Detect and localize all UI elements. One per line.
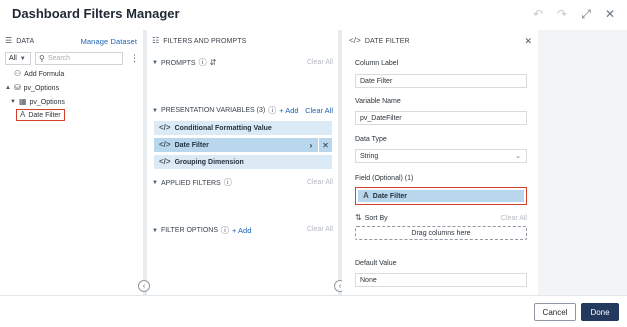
pv-item-grouping-dimension[interactable]: </> Grouping Dimension bbox=[154, 155, 332, 169]
filter-list-icon: ☷ bbox=[152, 36, 160, 45]
applied-filters-clear-all[interactable]: Clear All bbox=[307, 179, 333, 186]
tree-item-table[interactable]: ▼ ▦ pv_Options bbox=[10, 98, 65, 106]
data-search-input[interactable]: ⚲ Search bbox=[35, 52, 123, 65]
info-icon: ⓘ bbox=[198, 58, 207, 67]
info-icon: ⓘ bbox=[221, 225, 229, 235]
expand-caret-icon: ▼ bbox=[152, 227, 158, 234]
data-panel-header: ☰ DATA bbox=[5, 36, 35, 45]
window-controls: ↶ ↷ ⤢ ✕ bbox=[531, 7, 617, 22]
code-icon: </> bbox=[159, 140, 171, 149]
title-bar: Dashboard Filters Manager ↶ ↷ ⤢ ✕ bbox=[0, 0, 627, 28]
dialog-title: Dashboard Filters Manager bbox=[12, 6, 180, 21]
sort-by-label: ⇅ Sort By bbox=[355, 213, 388, 222]
filter-options-clear-all[interactable]: Clear All bbox=[307, 226, 333, 233]
default-value-input[interactable]: None bbox=[355, 273, 527, 287]
prompts-clear-all[interactable]: Clear All bbox=[307, 59, 333, 66]
presentation-variables-clear-all[interactable]: Clear All bbox=[305, 106, 333, 115]
close-icon[interactable]: ✕ bbox=[603, 7, 617, 21]
undo-icon[interactable]: ↶ bbox=[531, 7, 545, 21]
text-attribute-icon: A bbox=[20, 110, 26, 119]
sort-by-drop-zone[interactable]: Drag columns here bbox=[355, 226, 527, 240]
expand-caret-icon: ▲ bbox=[5, 85, 11, 91]
expand-caret-icon: ▼ bbox=[152, 180, 158, 186]
empty-panel bbox=[538, 30, 627, 295]
column-label-label: Column Label bbox=[355, 60, 399, 67]
more-options-icon[interactable]: ⋮ bbox=[130, 53, 139, 64]
caret-down-icon: ▼ bbox=[19, 55, 26, 62]
tree-item-date-filter[interactable]: A Date Filter bbox=[16, 109, 65, 121]
dialog-footer: Cancel Done bbox=[0, 295, 627, 327]
chevron-right-icon[interactable]: › bbox=[304, 138, 318, 152]
code-icon: </> bbox=[159, 157, 171, 166]
column-label-input[interactable]: Date Filter bbox=[355, 74, 527, 88]
manage-dataset-link[interactable]: Manage Dataset bbox=[81, 37, 137, 46]
chevron-down-icon: ⌄ bbox=[515, 153, 521, 160]
sync-icon[interactable]: ⇵ bbox=[210, 59, 217, 67]
variable-name-label: Variable Name bbox=[355, 98, 401, 105]
sort-icon: ⇅ bbox=[355, 213, 362, 222]
tree-item-dataset[interactable]: ▲ ⛁ pv_Options bbox=[5, 84, 59, 92]
applied-filters-header[interactable]: ▼ APPLIED FILTERS ⓘ bbox=[152, 179, 232, 187]
data-type-label: Data Type bbox=[355, 136, 387, 143]
filter-options-header[interactable]: ▼ FILTER OPTIONS ⓘ + Add bbox=[152, 226, 251, 235]
expand-caret-icon: ▼ bbox=[152, 60, 158, 66]
pv-item-conditional-formatting[interactable]: </> Conditional Formatting Value bbox=[154, 121, 332, 135]
done-button[interactable]: Done bbox=[581, 303, 619, 321]
pv-item-date-filter[interactable]: </> Date Filter › ✕ bbox=[154, 138, 332, 152]
data-list-icon: ☰ bbox=[5, 36, 13, 45]
cancel-button[interactable]: Cancel bbox=[534, 303, 576, 321]
collapse-left-icon[interactable]: ‹ bbox=[138, 280, 150, 292]
search-icon: ⚲ bbox=[39, 53, 45, 63]
sort-by-clear-all[interactable]: Clear All bbox=[501, 215, 527, 222]
info-icon: ⓘ bbox=[223, 178, 232, 187]
redo-icon[interactable]: ↷ bbox=[555, 7, 569, 21]
default-value-label: Default Value bbox=[355, 260, 397, 267]
data-filter-select[interactable]: All ▼ bbox=[5, 52, 31, 65]
field-item-date-filter[interactable]: A Date Filter bbox=[358, 190, 524, 202]
formula-icon: ⚇ bbox=[14, 69, 22, 78]
data-type-select[interactable]: String ⌄ bbox=[355, 149, 527, 163]
add-presentation-variable-link[interactable]: + Add bbox=[279, 106, 298, 115]
expand-caret-icon: ▼ bbox=[152, 107, 158, 114]
maximize-icon[interactable]: ⤢ bbox=[579, 7, 593, 21]
code-icon: </> bbox=[349, 36, 361, 45]
data-panel: ☰ DATA Manage Dataset All ▼ ⚲ Search ⋮ ⚇… bbox=[0, 30, 143, 295]
presentation-variables-header[interactable]: ▼ PRESENTATION VARIABLES (3) ⓘ + Add bbox=[152, 106, 299, 115]
field-drop-zone[interactable]: A Date Filter bbox=[355, 187, 527, 205]
dataset-icon: ⛁ bbox=[13, 83, 21, 92]
code-icon: </> bbox=[159, 123, 171, 132]
filters-panel-header: ☷ FILTERS AND PROMPTS bbox=[152, 36, 247, 45]
table-icon: ▦ bbox=[18, 97, 27, 106]
remove-icon[interactable]: ✕ bbox=[318, 138, 332, 152]
info-icon: ⓘ bbox=[268, 105, 277, 115]
field-label: Field (Optional) (1) bbox=[355, 175, 414, 182]
tree-item-add-formula[interactable]: ⚇ Add Formula bbox=[14, 70, 64, 78]
add-filter-option-link[interactable]: + Add bbox=[232, 226, 251, 235]
detail-panel-header: </> DATE FILTER bbox=[349, 36, 410, 45]
filters-panel: ☷ FILTERS AND PROMPTS ▼ PROMPTS ⓘ ⇵ Clea… bbox=[147, 30, 338, 295]
variable-name-input[interactable]: pv_DateFilter bbox=[355, 111, 527, 125]
prompts-section-header[interactable]: ▼ PROMPTS ⓘ ⇵ bbox=[152, 59, 216, 67]
dialog-body: ☰ DATA Manage Dataset All ▼ ⚲ Search ⋮ ⚇… bbox=[0, 30, 627, 295]
detail-panel: </> DATE FILTER ✕ Column Label Date Filt… bbox=[342, 30, 538, 295]
expand-caret-icon: ▼ bbox=[10, 99, 16, 105]
text-attribute-icon: A bbox=[363, 191, 369, 200]
close-detail-icon[interactable]: ✕ bbox=[524, 36, 532, 47]
